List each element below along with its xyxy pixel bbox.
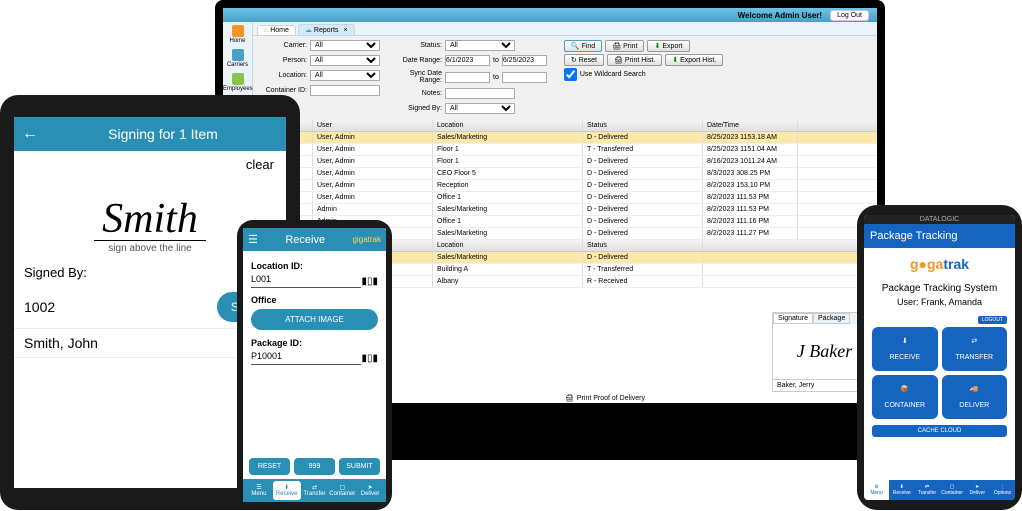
phone1-header: ☰ Receive gigatrak	[243, 228, 386, 251]
phone2-header: Package Tracking	[864, 224, 1015, 248]
clear-button[interactable]: clear	[246, 157, 274, 172]
find-button[interactable]: 🔍 Find	[564, 40, 602, 52]
table-row[interactable]: AdminSales/MarketingD - Delivered8/2/202…	[253, 204, 877, 216]
date-from-input[interactable]	[445, 55, 490, 66]
grid-header: Package ID User Location Status Date/Tim…	[253, 120, 877, 132]
reset-button[interactable]: ↻ Reset	[564, 54, 604, 66]
truck-icon	[232, 49, 244, 61]
phone1-screen: ☰ Receive gigatrak Location ID: ▮▯▮ Offi…	[243, 228, 386, 502]
nav-deliver[interactable]: ➤Deliver	[356, 481, 384, 500]
tab-bar: ⌂Home ☁Reports×	[253, 22, 877, 36]
download-icon: ⬇	[898, 337, 912, 351]
sidebar-home[interactable]: Home	[223, 22, 252, 46]
box-icon: 📦	[898, 385, 912, 399]
signed-by-code: 1002	[24, 299, 55, 315]
submit-button[interactable]: SUBMIT	[339, 458, 380, 475]
location-select[interactable]: All	[310, 70, 380, 81]
table-row[interactable]: User, AdminSales/MarketingD - Delivered8…	[253, 132, 877, 144]
reset-button[interactable]: RESET	[249, 458, 290, 475]
print-button[interactable]: 🖨 Print	[605, 40, 644, 52]
location-label: Location ID:	[251, 261, 378, 271]
sig-tab-package[interactable]: Package	[813, 313, 850, 324]
nav-transfer[interactable]: ⇄Transfer	[301, 481, 329, 500]
signed-by-name: Smith, John	[24, 335, 98, 351]
table-row[interactable]: 1152User, AdminFloor 1D - Delivered8/16/…	[253, 156, 877, 168]
location-input[interactable]	[251, 271, 361, 288]
tab-reports[interactable]: ☁Reports×	[298, 24, 355, 35]
table-row[interactable]: User, AdminReceptionD - Delivered8/2/202…	[253, 180, 877, 192]
nav-receive[interactable]: ⬇Receive	[273, 481, 301, 500]
table-row[interactable]: User, AdminCEO Floor 5D - Delivered8/3/2…	[253, 168, 877, 180]
logo: g●gatrak	[864, 248, 1015, 280]
person-select[interactable]: All	[310, 55, 380, 66]
nav-options[interactable]: ⋮Options	[990, 480, 1015, 500]
status-select[interactable]: All	[445, 40, 515, 51]
package-input[interactable]	[251, 348, 361, 365]
export-button[interactable]: ⬇ Export	[647, 40, 689, 52]
nav-container[interactable]: ▢Container	[328, 481, 356, 500]
signed-by-label: Signed By:	[24, 265, 87, 280]
logout-button[interactable]: LOGOUT	[978, 316, 1007, 324]
sync-from-input[interactable]	[445, 72, 490, 83]
carrier-select[interactable]: All	[310, 40, 380, 51]
logout-button[interactable]: Log Out	[830, 10, 869, 21]
system-title: Package Tracking System	[864, 283, 1015, 294]
receive-tile[interactable]: ⬇RECEIVE	[872, 327, 938, 371]
table-row[interactable]: User, AdminOffice 1D - Delivered8/2/2023…	[253, 192, 877, 204]
truck-icon: 🚚	[967, 385, 981, 399]
phone2-nav: ⚙Menu ⬇Receive ⇄Transfer ▢Container ➤Del…	[864, 480, 1015, 500]
date-to-input[interactable]	[502, 55, 547, 66]
nav-menu[interactable]: ⚙Menu	[864, 480, 889, 500]
package-label: Package ID:	[251, 338, 378, 348]
wildcard-checkbox[interactable]	[564, 68, 577, 81]
sidebar-employees[interactable]: Employees	[223, 70, 252, 94]
brand-logo: gigatrak	[353, 235, 381, 244]
mid-button[interactable]: 999	[294, 458, 335, 475]
people-icon	[232, 73, 244, 85]
deliver-tile[interactable]: 🚚DELIVER	[942, 375, 1008, 419]
close-icon[interactable]: ×	[343, 27, 347, 34]
nav-deliver[interactable]: ➤Deliver	[965, 480, 990, 500]
signature-text: Smith	[94, 198, 206, 241]
phone2-screen: DATALOGIC Package Tracking g●gatrak Pack…	[864, 215, 1015, 500]
table-row[interactable]: User, AdminFloor 1T - Transferred8/25/20…	[253, 144, 877, 156]
menu-icon[interactable]: ☰	[248, 233, 258, 246]
nav-transfer[interactable]: ⇄Transfer	[914, 480, 939, 500]
print-proof-button[interactable]: 🖨 Print Proof of Delivery	[565, 394, 645, 402]
sig-tab-signature[interactable]: Signature	[773, 313, 813, 324]
titlebar: Welcome Admin User! Log Out	[223, 8, 877, 22]
nav-receive[interactable]: ⬇Receive	[889, 480, 914, 500]
tab-home[interactable]: ⌂Home	[257, 25, 296, 35]
refresh-button[interactable]: CACHE CLOUD	[872, 425, 1007, 437]
tablet-header: ← Signing for 1 Item	[14, 117, 286, 151]
transfer-tile[interactable]: ⇄TRANSFER	[942, 327, 1008, 371]
sidebar-carriers[interactable]: Carriers	[223, 46, 252, 70]
device-brand: DATALOGIC	[864, 215, 1015, 224]
tablet-title: Signing for 1 Item	[48, 126, 278, 142]
barcode-icon[interactable]: ▮▯▮	[361, 353, 378, 364]
phone-receive: ☰ Receive gigatrak Location ID: ▮▯▮ Offi…	[237, 220, 392, 510]
print-hist-button[interactable]: 🖨 Print Hist.	[607, 54, 662, 66]
phone1-nav: ☰Menu ⬇Receive ⇄Transfer ▢Container ➤Del…	[243, 479, 386, 502]
user-label: User: Frank, Amanda	[864, 297, 1015, 307]
office-label: Office	[251, 295, 378, 305]
filter-panel: Carrier:All Person:All Location:All Cont…	[253, 36, 877, 120]
container-input[interactable]	[310, 85, 380, 96]
barcode-icon[interactable]: ▮▯▮	[361, 276, 378, 287]
export-hist-button[interactable]: ⬇ Export Hist.	[665, 54, 723, 66]
signature-caption: sign above the line	[29, 243, 271, 254]
phone-tracking: DATALOGIC Package Tracking g●gatrak Pack…	[857, 205, 1022, 510]
back-arrow-icon[interactable]: ←	[22, 125, 38, 143]
sync-to-input[interactable]	[502, 72, 547, 83]
signedby-select[interactable]: All	[445, 103, 515, 114]
nav-container[interactable]: ▢Container	[940, 480, 965, 500]
nav-menu[interactable]: ☰Menu	[245, 481, 273, 500]
transfer-icon: ⇄	[967, 337, 981, 351]
home-icon	[232, 25, 244, 37]
container-tile[interactable]: 📦CONTAINER	[872, 375, 938, 419]
welcome-text: Welcome Admin User!	[738, 11, 822, 20]
notes-input[interactable]	[445, 88, 515, 99]
attach-image-button[interactable]: ATTACH IMAGE	[251, 309, 378, 330]
